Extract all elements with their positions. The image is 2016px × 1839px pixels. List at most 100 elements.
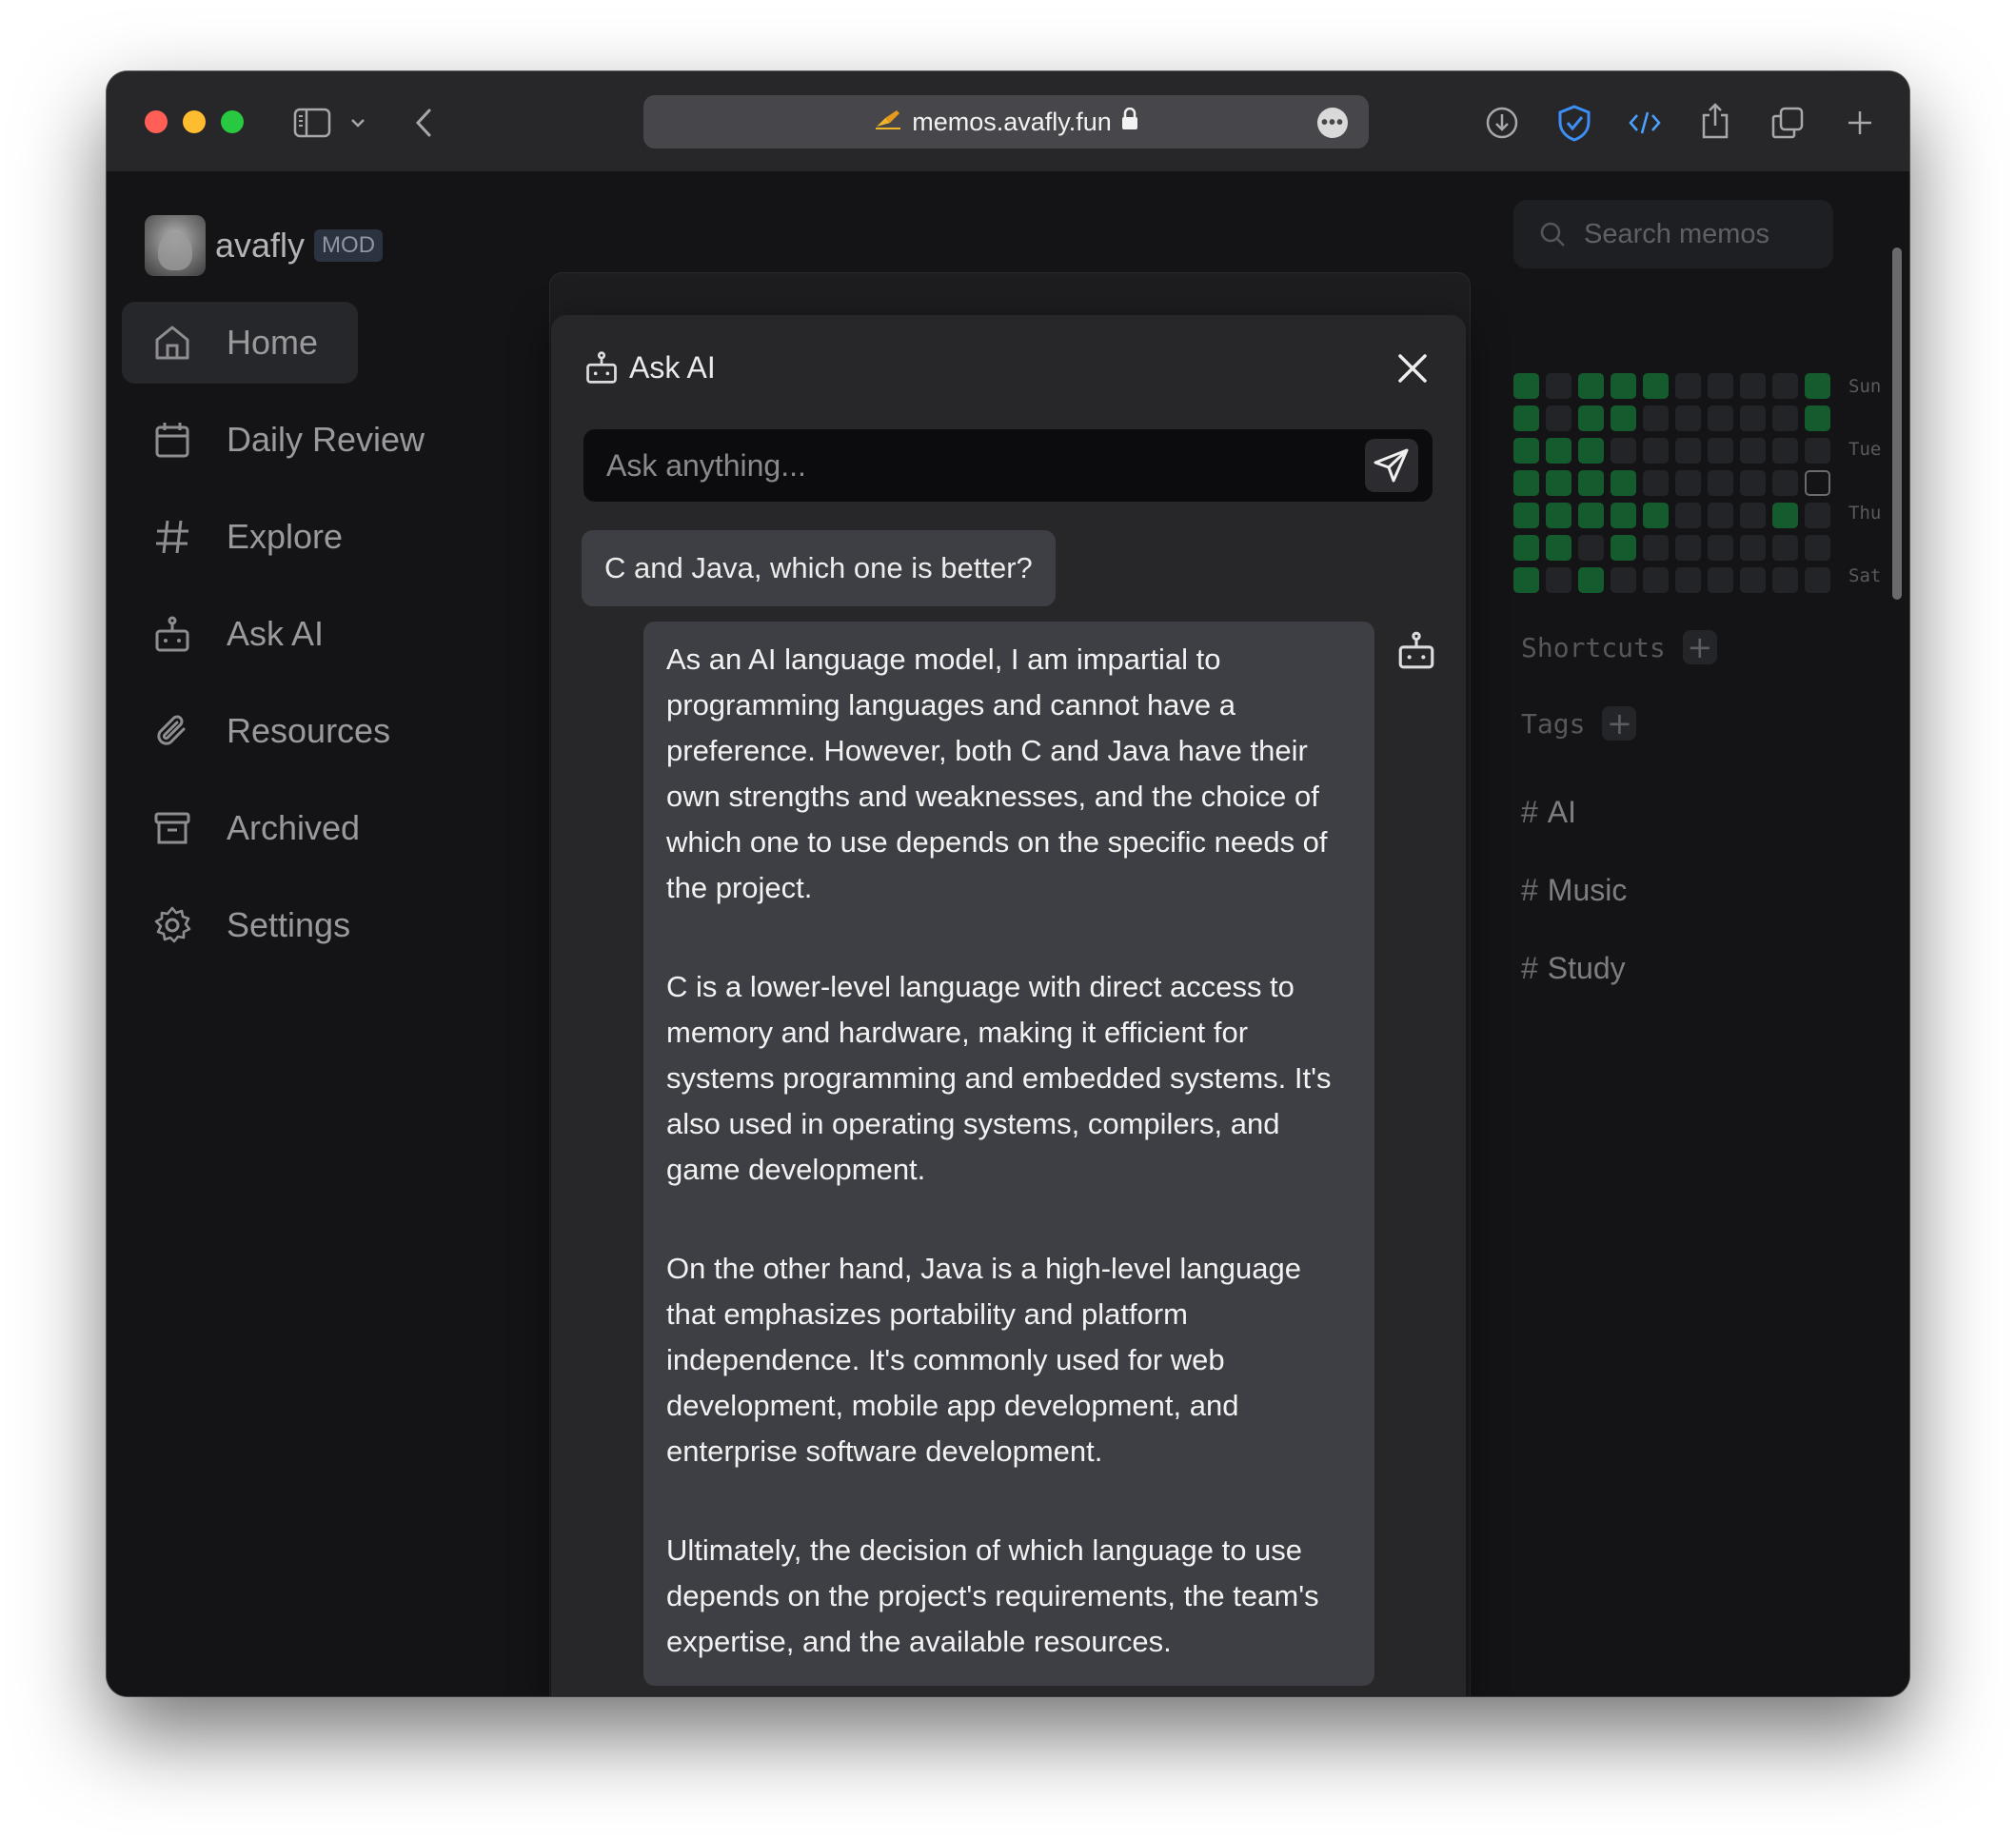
heatmap-cell[interactable] (1805, 567, 1830, 593)
sidebar-item-archived[interactable]: Archived (122, 787, 360, 869)
heatmap-cell[interactable] (1772, 438, 1798, 464)
heatmap-cell[interactable] (1805, 503, 1830, 528)
minimize-window-button[interactable] (183, 110, 206, 133)
heatmap-cell[interactable] (1772, 567, 1798, 593)
heatmap-cell[interactable] (1546, 438, 1571, 464)
heatmap-cell[interactable] (1611, 567, 1636, 593)
tabs-overview-icon[interactable] (1769, 104, 1807, 142)
heatmap-cell[interactable] (1546, 373, 1571, 399)
heatmap-cell[interactable] (1643, 567, 1669, 593)
heatmap-cell[interactable] (1740, 503, 1766, 528)
share-icon[interactable] (1696, 100, 1734, 142)
code-icon[interactable] (1626, 104, 1664, 142)
heatmap-cell[interactable] (1805, 373, 1830, 399)
heatmap-cell[interactable] (1578, 503, 1604, 528)
new-tab-icon[interactable] (1841, 104, 1879, 142)
heatmap-cell[interactable] (1513, 503, 1539, 528)
address-bar[interactable]: memos.avafly.fun ••• (643, 95, 1369, 148)
heatmap-cell[interactable] (1740, 470, 1766, 496)
heatmap-cell[interactable] (1611, 438, 1636, 464)
heatmap-cell[interactable] (1805, 438, 1830, 464)
heatmap-cell[interactable] (1772, 405, 1798, 431)
close-window-button[interactable] (145, 110, 168, 133)
heatmap-cell[interactable] (1513, 535, 1539, 561)
heatmap-cell[interactable] (1708, 373, 1733, 399)
heatmap-cell[interactable] (1578, 373, 1604, 399)
sidebar-item-ask-ai[interactable]: Ask AI (122, 593, 324, 675)
heatmap-cell[interactable] (1546, 535, 1571, 561)
heatmap-cell[interactable] (1805, 470, 1830, 496)
heatmap-cell[interactable] (1611, 535, 1636, 561)
heatmap-cell[interactable] (1643, 535, 1669, 561)
heatmap-cell[interactable] (1546, 405, 1571, 431)
heatmap-cell[interactable] (1513, 405, 1539, 431)
heatmap-cell[interactable] (1740, 373, 1766, 399)
heatmap-cell[interactable] (1805, 405, 1830, 431)
heatmap-cell[interactable] (1675, 373, 1701, 399)
heatmap-cell[interactable] (1805, 535, 1830, 561)
close-icon[interactable] (1395, 351, 1430, 386)
heatmap-cell[interactable] (1611, 470, 1636, 496)
sidebar-item-settings[interactable]: Settings (122, 884, 350, 966)
heatmap-cell[interactable] (1578, 438, 1604, 464)
sidebar-item-home[interactable]: Home (122, 302, 358, 384)
heatmap-cell[interactable] (1611, 373, 1636, 399)
tag-item[interactable]: # Study (1521, 951, 1626, 986)
heatmap-cell[interactable] (1643, 503, 1669, 528)
heatmap-cell[interactable] (1513, 438, 1539, 464)
search-input[interactable]: Search memos (1513, 200, 1833, 268)
heatmap-cell[interactable] (1643, 405, 1669, 431)
heatmap-cell[interactable] (1611, 503, 1636, 528)
heatmap-cell[interactable] (1513, 567, 1539, 593)
heatmap-cell[interactable] (1643, 438, 1669, 464)
scrollbar[interactable] (1892, 247, 1902, 600)
add-shortcut-button[interactable]: + (1682, 629, 1717, 665)
heatmap-cell[interactable] (1708, 567, 1733, 593)
heatmap-cell[interactable] (1578, 567, 1604, 593)
back-arrow-icon[interactable] (409, 104, 438, 142)
heatmap-cell[interactable] (1708, 438, 1733, 464)
tag-item[interactable]: # Music (1521, 873, 1627, 908)
heatmap-cell[interactable] (1740, 567, 1766, 593)
tag-item[interactable]: # AI (1521, 795, 1576, 830)
zoom-window-button[interactable] (221, 110, 244, 133)
heatmap-cell[interactable] (1708, 503, 1733, 528)
heatmap-cell[interactable] (1740, 535, 1766, 561)
sidebar-item-daily-review[interactable]: Daily Review (122, 399, 425, 481)
sidebar-item-explore[interactable]: Explore (122, 496, 343, 578)
heatmap-cell[interactable] (1675, 535, 1701, 561)
heatmap-cell[interactable] (1772, 503, 1798, 528)
heatmap-cell[interactable] (1546, 470, 1571, 496)
heatmap-cell[interactable] (1513, 373, 1539, 399)
heatmap-cell[interactable] (1578, 535, 1604, 561)
heatmap-cell[interactable] (1772, 535, 1798, 561)
heatmap-cell[interactable] (1546, 567, 1571, 593)
heatmap-cell[interactable] (1772, 470, 1798, 496)
heatmap-cell[interactable] (1611, 405, 1636, 431)
heatmap-cell[interactable] (1643, 470, 1669, 496)
sidebar-toggle-icon[interactable] (291, 106, 333, 140)
add-tag-button[interactable]: + (1602, 705, 1637, 742)
heatmap-cell[interactable] (1772, 373, 1798, 399)
heatmap-cell[interactable] (1675, 405, 1701, 431)
sidebar-item-resources[interactable]: Resources (122, 690, 390, 772)
heatmap-cell[interactable] (1675, 503, 1701, 528)
send-icon[interactable] (1365, 439, 1418, 492)
chevron-down-icon[interactable] (346, 111, 369, 134)
heatmap-cell[interactable] (1513, 470, 1539, 496)
heatmap-cell[interactable] (1708, 470, 1733, 496)
heatmap-cell[interactable] (1578, 405, 1604, 431)
heatmap-cell[interactable] (1675, 438, 1701, 464)
more-options-icon[interactable]: ••• (1317, 108, 1348, 138)
download-icon[interactable] (1483, 104, 1521, 142)
heatmap-cell[interactable] (1708, 535, 1733, 561)
user-profile[interactable]: avafly MOD (145, 215, 384, 276)
ask-input[interactable] (583, 429, 1433, 502)
heatmap-cell[interactable] (1708, 405, 1733, 431)
heatmap-cell[interactable] (1578, 470, 1604, 496)
heatmap-cell[interactable] (1740, 405, 1766, 431)
heatmap-cell[interactable] (1675, 567, 1701, 593)
heatmap-cell[interactable] (1740, 438, 1766, 464)
shield-icon[interactable] (1553, 102, 1595, 144)
heatmap-cell[interactable] (1643, 373, 1669, 399)
